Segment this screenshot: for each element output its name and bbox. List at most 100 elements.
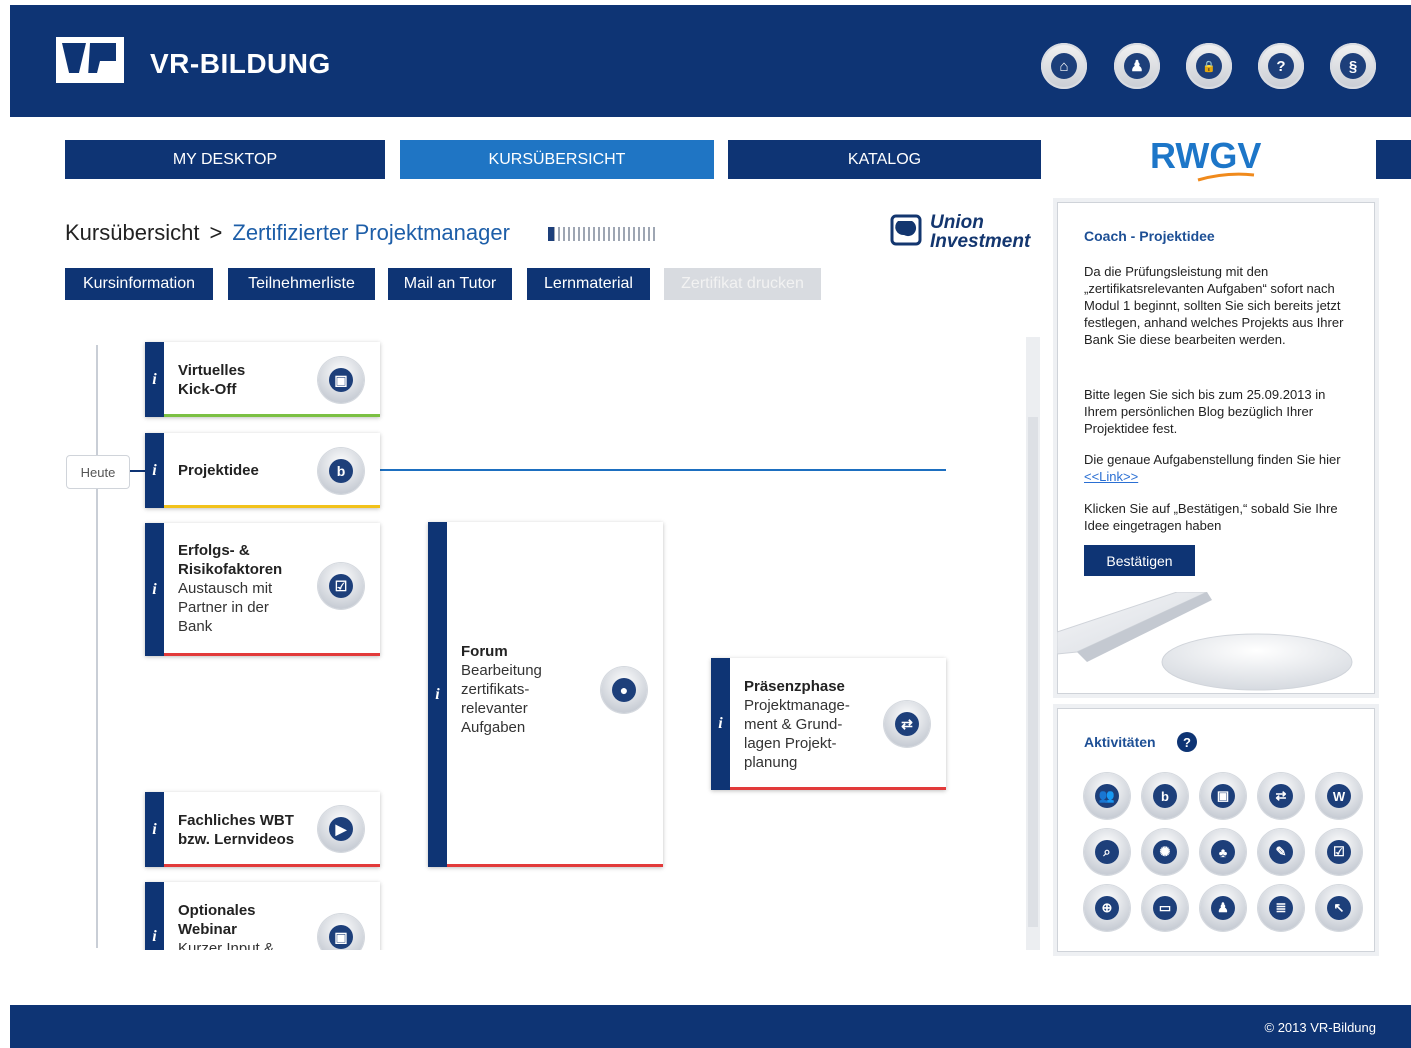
forum-icon[interactable]: ● — [601, 667, 647, 713]
paragraph-glyph: § — [1340, 53, 1366, 79]
teilnehmerliste-button[interactable]: Teilnehmerliste — [228, 268, 375, 300]
timeline-axis-upper — [96, 345, 98, 455]
card-title-line1: Erfolgs- & — [178, 542, 250, 559]
mail-an-tutor-button[interactable]: Mail an Tutor — [388, 268, 512, 300]
user-icon[interactable]: ♟ — [1114, 43, 1160, 89]
idea-glyph: ✺ — [1153, 840, 1177, 864]
blog-icon[interactable]: b — [1142, 773, 1188, 819]
today-line — [380, 469, 946, 471]
coach-paragraph-4: Klicken Sie auf „Bestätigen,“ sobald Sie… — [1084, 501, 1338, 533]
activity-card-forum[interactable]: i Forum Bearbeitung zertifikats- relevan… — [428, 522, 663, 867]
today-marker: Heute — [66, 455, 130, 489]
virtual-classroom-glyph: ▣ — [329, 368, 353, 392]
globe-glyph: ⊕ — [1095, 896, 1119, 920]
tab-kursuebersicht[interactable]: KURSÜBERSICHT — [400, 140, 714, 179]
breadcrumb-root[interactable]: Kursübersicht — [65, 220, 200, 245]
document-icon[interactable]: ≣ — [1258, 885, 1304, 931]
card-desc-line: relevanter — [461, 700, 528, 717]
blog-icon[interactable]: b — [318, 448, 364, 494]
activity-card-praesenzphase[interactable]: i Präsenzphase Projektmanage- ment & Gru… — [711, 658, 946, 790]
card-desc-line: ment & Grund- — [744, 716, 843, 733]
confirm-button[interactable]: Bestätigen — [1084, 545, 1195, 576]
forum-icon[interactable]: 👥 — [1084, 773, 1130, 819]
card-title: Projektidee — [178, 461, 259, 480]
status-indicator — [164, 505, 380, 508]
search-icon[interactable]: ⌕ — [1084, 829, 1130, 875]
zertifikat-drucken-button: Zertifikat drucken — [664, 268, 821, 300]
group-icon[interactable]: ♣ — [1200, 829, 1246, 875]
card-title-line1: Virtuelles — [178, 362, 246, 379]
group-glyph: ♣ — [1211, 840, 1235, 864]
checklist-icon[interactable]: ☑ — [1316, 829, 1362, 875]
video-icon[interactable]: ▭ — [1142, 885, 1188, 931]
document-glyph: ≣ — [1269, 896, 1293, 920]
blog-glyph: b — [329, 459, 353, 483]
info-marker[interactable]: i — [145, 792, 164, 867]
breadcrumb: Kursübersicht > Zertifizierter Projektmana… — [65, 220, 510, 246]
lock-icon[interactable]: 🔒 — [1186, 43, 1232, 89]
webinar-icon[interactable]: ▣ — [318, 914, 364, 950]
scrollbar-thumb[interactable] — [1028, 417, 1038, 927]
activity-card-kickoff[interactable]: i Virtuelles Kick-Off ▣ — [145, 342, 380, 417]
info-marker[interactable]: i — [145, 882, 164, 950]
video-glyph: ▭ — [1153, 896, 1177, 920]
lernmaterial-button[interactable]: Lernmaterial — [527, 268, 650, 300]
info-marker[interactable]: i — [145, 433, 164, 508]
virtual-classroom-icon[interactable]: ▣ — [318, 357, 364, 403]
copyright: © 2013 VR-Bildung — [1264, 1020, 1376, 1035]
globe-icon[interactable]: ⊕ — [1084, 885, 1130, 931]
wiki-icon[interactable]: W — [1316, 773, 1362, 819]
home-icon[interactable]: ⌂ — [1041, 43, 1087, 89]
presence-icon[interactable]: ⇄ — [1258, 773, 1304, 819]
lock-glyph: 🔒 — [1196, 53, 1222, 79]
presence-glyph: ⇄ — [1269, 784, 1293, 808]
play-glyph: ▶ — [329, 817, 353, 841]
card-body: Präsenzphase Projektmanage- ment & Grund… — [744, 677, 850, 772]
activity-card-webinar[interactable]: i Optionales Webinar Kurzer Input & ▣ — [145, 882, 380, 950]
home-glyph: ⌂ — [1051, 53, 1077, 79]
card-body: Optionales Webinar Kurzer Input & — [178, 901, 274, 950]
activity-card-erfolgsfaktoren[interactable]: i Erfolgs- & Risikofaktoren Austausch mi… — [145, 523, 380, 656]
play-icon[interactable]: ▶ — [318, 806, 364, 852]
paragraph-icon[interactable]: § — [1330, 43, 1376, 89]
person-icon[interactable]: ♟ — [1200, 885, 1246, 931]
card-title-line1: Optionales — [178, 902, 256, 919]
coach-paragraph-3-text: Die genaue Aufgabenstellung finden Sie h… — [1084, 452, 1341, 467]
presence-glyph: ⇄ — [895, 712, 919, 736]
checklist-icon[interactable]: ☑ — [318, 563, 364, 609]
help-icon[interactable]: ? — [1258, 43, 1304, 89]
info-marker[interactable]: i — [428, 522, 447, 867]
course-progress-bar — [548, 227, 658, 241]
kursinformation-button[interactable]: Kursinformation — [65, 268, 213, 300]
coach-paragraph-2: Bitte legen Sie sich bis zum 25.09.2013 … — [1084, 387, 1326, 436]
search-glyph: ⌕ — [1095, 840, 1119, 864]
activity-card-projektidee[interactable]: i Projektidee b — [145, 433, 380, 508]
help-icon[interactable]: ? — [1177, 732, 1197, 752]
presence-icon[interactable]: ⇄ — [884, 701, 930, 747]
virtual-classroom-icon[interactable]: ▣ — [1200, 773, 1246, 819]
union-logo-mark — [890, 214, 922, 246]
idea-icon[interactable]: ✺ — [1142, 829, 1188, 875]
union-line2: Investment — [930, 231, 1031, 252]
task-link[interactable]: <<Link>> — [1084, 469, 1138, 484]
info-marker[interactable]: i — [145, 342, 164, 417]
brand-title: VR-BILDUNG — [150, 48, 331, 79]
vr-logo[interactable] — [56, 37, 124, 83]
union-line1: Union — [930, 212, 984, 233]
tab-katalog[interactable]: KATALOG — [728, 140, 1041, 179]
chat-icon[interactable]: ✎ — [1258, 829, 1304, 875]
info-marker[interactable]: i — [711, 658, 730, 790]
webinar-glyph: ▣ — [329, 925, 353, 949]
forum-glyph: ● — [612, 678, 636, 702]
status-indicator — [164, 864, 380, 867]
rwgv-logo: RWGV — [1150, 135, 1262, 176]
mouse-keyboard-image — [1057, 592, 1353, 691]
info-marker[interactable]: i — [145, 523, 164, 656]
activity-card-wbt[interactable]: i Fachliches WBT bzw. Lernvideos ▶ — [145, 792, 380, 867]
wiki-glyph: W — [1327, 784, 1351, 808]
checklist-glyph: ☑ — [1327, 840, 1351, 864]
card-title: Virtuelles Kick-Off — [178, 361, 245, 399]
timeline-scrollbar[interactable] — [1026, 337, 1040, 950]
tab-my-desktop[interactable]: MY DESKTOP — [65, 140, 385, 179]
pointer-icon[interactable]: ↖ — [1316, 885, 1362, 931]
